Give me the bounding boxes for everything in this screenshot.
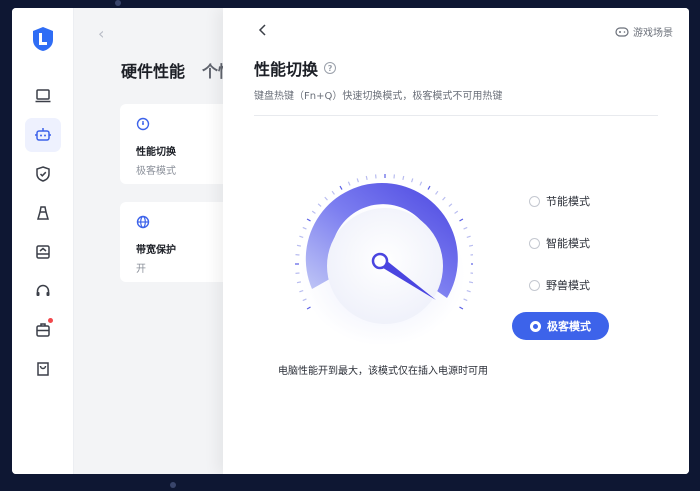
storage-icon <box>36 245 50 259</box>
page-title: 硬件性能 <box>121 62 186 81</box>
mode-option-beast[interactable]: 野兽模式 <box>529 277 590 293</box>
gauge-pivot <box>371 252 389 270</box>
sidebar-item-device[interactable] <box>25 79 61 113</box>
mode-label: 野兽模式 <box>546 279 590 292</box>
game-scene-link[interactable]: 游戏场景 <box>615 24 673 39</box>
mode-label: 极客模式 <box>547 320 591 333</box>
toolbox-icon <box>36 323 50 337</box>
app-window: ‹ 硬件性能 个性 性能切换 极客模式 带宽保护 开 游戏场景 性能切换 ? 键… <box>12 8 689 474</box>
robot-icon <box>35 128 51 141</box>
cleaner-icon <box>37 206 49 220</box>
shield-icon <box>36 166 50 182</box>
mode-option-geek-selected[interactable]: 极客模式 <box>512 312 609 340</box>
sidebar-item-security[interactable] <box>25 157 61 191</box>
sidebar-item-cleanup[interactable] <box>25 196 61 230</box>
sidebar-item-hardware[interactable] <box>25 118 61 152</box>
performance-switch-panel: 游戏场景 性能切换 ? 键盘热键（Fn+Q）快速切换模式，极客模式不可用热键 电… <box>223 8 689 474</box>
sidebar-item-toolbox[interactable] <box>25 313 61 347</box>
mode-label: 智能模式 <box>546 237 590 250</box>
divider <box>254 115 658 116</box>
laptop-icon <box>35 89 51 103</box>
card-title: 性能切换 <box>136 147 176 158</box>
mode-description: 电脑性能开到最大，该模式仅在插入电源时可用 <box>278 366 488 377</box>
mode-label: 节能模式 <box>546 195 590 208</box>
bag-icon <box>37 362 49 376</box>
card-value: 开 <box>136 264 146 275</box>
help-icon[interactable]: ? <box>324 62 337 74</box>
card-performance-switch[interactable]: 性能切换 极客模式 <box>120 104 240 184</box>
performance-icon <box>136 117 150 131</box>
back-icon[interactable]: ‹ <box>98 24 104 43</box>
panel-subtitle: 键盘热键（Fn+Q）快速切换模式，极客模式不可用热键 <box>254 91 503 102</box>
panel-title: 性能切换 ? <box>254 56 337 80</box>
card-value: 极客模式 <box>136 166 176 177</box>
mode-option-power-saving[interactable]: 节能模式 <box>529 193 590 209</box>
card-title: 带宽保护 <box>136 245 176 256</box>
gamepad-icon <box>615 26 629 37</box>
globe-icon <box>136 215 150 229</box>
back-icon[interactable] <box>255 22 271 38</box>
performance-gauge <box>295 174 473 344</box>
sidebar-item-store[interactable] <box>25 352 61 386</box>
background-decoration <box>115 0 121 6</box>
game-scene-label: 游戏场景 <box>633 28 673 39</box>
radio-selected-icon <box>530 320 541 332</box>
headset-icon <box>36 284 50 296</box>
radio-icon <box>529 237 540 249</box>
mode-option-smart[interactable]: 智能模式 <box>529 235 590 251</box>
radio-icon <box>529 195 540 207</box>
card-bandwidth-protection[interactable]: 带宽保护 开 <box>120 202 240 282</box>
background-decoration <box>170 482 176 488</box>
radio-icon <box>529 279 540 291</box>
panel-title-text: 性能切换 <box>254 60 319 79</box>
sidebar-item-storage[interactable] <box>25 235 61 269</box>
notification-dot <box>48 318 53 323</box>
sidebar <box>12 8 74 474</box>
sidebar-item-support[interactable] <box>25 274 61 308</box>
app-logo-icon <box>33 27 53 51</box>
